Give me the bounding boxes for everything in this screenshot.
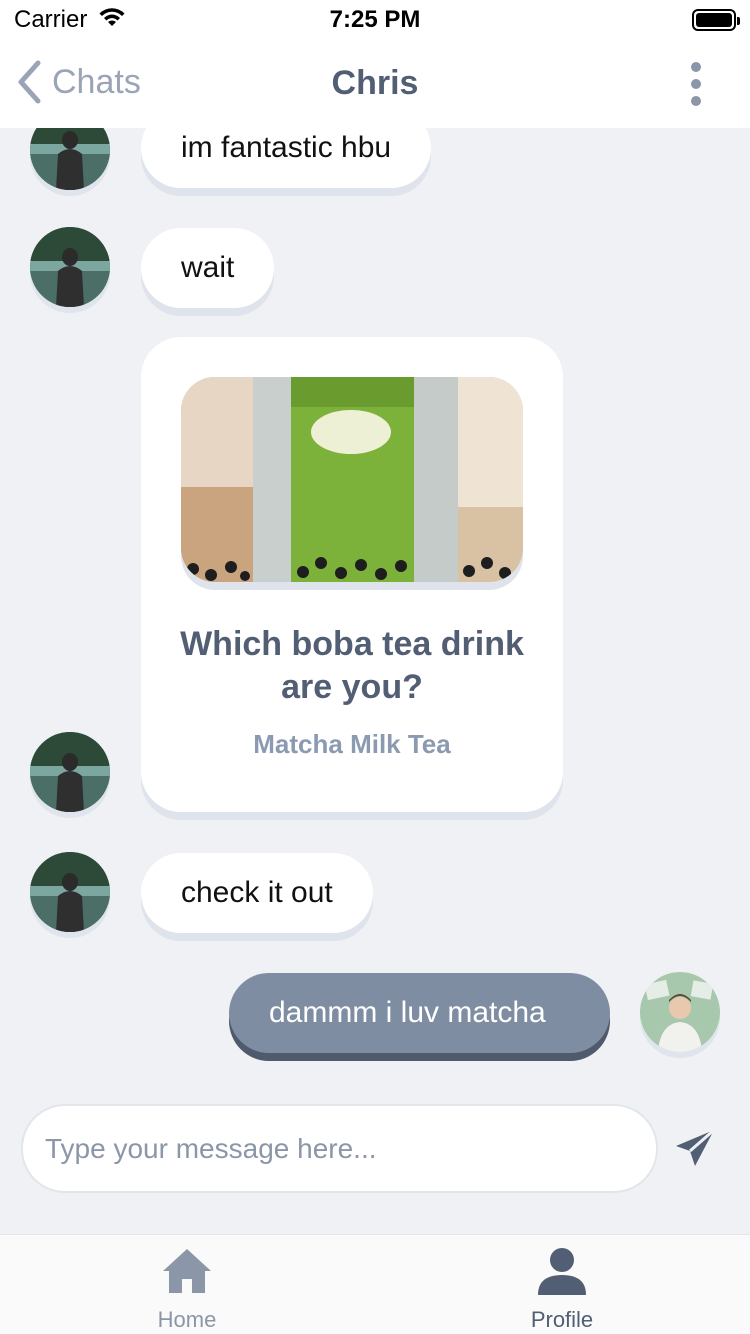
tab-label: Home — [157, 1307, 217, 1332]
more-options-button[interactable] — [684, 62, 708, 106]
card-title: Which boba tea drink are you? — [180, 625, 524, 706]
wifi-icon — [97, 6, 127, 35]
contact-avatar[interactable] — [30, 732, 110, 812]
quiz-card[interactable]: Which boba tea drink are you? Matcha Mil… — [141, 337, 563, 812]
card-subtitle: Matcha Milk Tea — [253, 729, 451, 759]
message-bubble[interactable]: check it out — [141, 853, 373, 933]
message-text: check it out — [181, 876, 333, 909]
more-vertical-icon — [691, 62, 701, 72]
nav-bar: Chats Chris — [0, 40, 750, 128]
tab-bar: Home Profile — [0, 1234, 750, 1334]
message-text: dammm i luv matcha — [269, 996, 546, 1029]
message-bubble[interactable]: wait — [141, 228, 275, 308]
message-text: im fantastic hbu — [181, 131, 392, 164]
tab-home[interactable]: Home — [87, 1235, 287, 1334]
send-button[interactable] — [672, 1126, 718, 1172]
carrier-label: Carrier — [14, 6, 88, 33]
person-icon — [538, 1248, 586, 1295]
my-avatar[interactable] — [640, 972, 720, 1052]
back-label: Chats — [52, 62, 141, 101]
my-message-bubble[interactable]: dammm i luv matcha — [229, 973, 610, 1053]
chevron-left-icon — [18, 60, 41, 104]
contact-avatar[interactable] — [30, 852, 110, 932]
battery-icon — [692, 9, 740, 31]
status-bar: Carrier 7:25 PM — [0, 0, 750, 40]
send-icon — [676, 1128, 715, 1166]
chat-screen: Carrier 7:25 PM Chats Chris im fantastic… — [0, 0, 750, 1334]
back-button[interactable]: Chats — [16, 60, 141, 104]
message-bubble[interactable]: im fantastic hbu — [141, 128, 432, 188]
message-text: wait — [181, 251, 235, 284]
contact-avatar[interactable] — [30, 227, 110, 307]
message-input[interactable] — [21, 1104, 658, 1193]
home-icon — [163, 1249, 211, 1293]
tab-profile[interactable]: Profile — [462, 1235, 662, 1334]
contact-avatar[interactable] — [30, 128, 110, 190]
card-image — [181, 377, 523, 582]
message-list[interactable]: im fantastic hbu wait Which boba tea dri… — [0, 128, 750, 1088]
tab-label: Profile — [530, 1307, 594, 1332]
